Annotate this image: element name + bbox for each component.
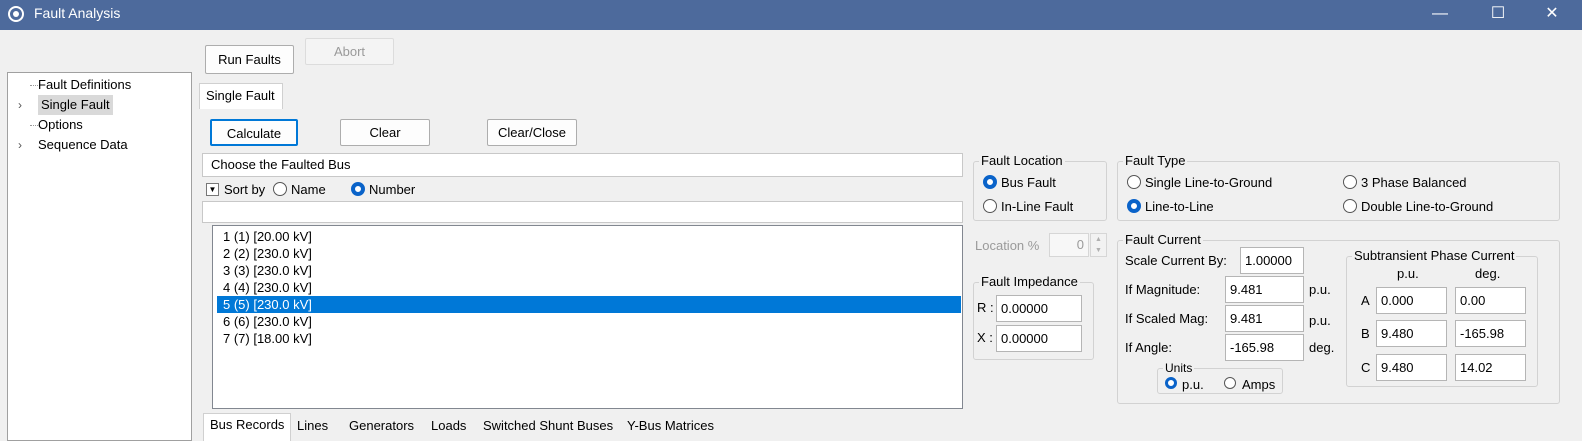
units-pu-label: p.u.	[1182, 377, 1204, 392]
units-pu-radio[interactable]	[1165, 377, 1177, 389]
inline-fault-label: In-Line Fault	[1001, 199, 1074, 214]
fault-impedance-title: Fault Impedance	[979, 274, 1080, 289]
phase-b-deg: -165.98	[1455, 320, 1526, 347]
r-label: R :	[977, 300, 994, 315]
dlg-label: Double Line-to-Ground	[1361, 199, 1494, 214]
bus-list-item[interactable]: 7 (7) [18.00 kV]	[217, 330, 961, 347]
bus-list-item[interactable]: 2 (2) [230.0 kV]	[217, 245, 961, 262]
bus-list-item[interactable]: 4 (4) [230.0 kV]	[217, 279, 961, 296]
tree-item-label: Single Fault	[38, 95, 113, 115]
scale-current-label: Scale Current By:	[1125, 253, 1227, 268]
location-percent-label: Location %	[975, 238, 1040, 253]
bus-filter-input[interactable]	[202, 201, 963, 223]
line-to-line-label: Line-to-Line	[1145, 199, 1214, 214]
r-input[interactable]: 0.00000	[996, 295, 1082, 322]
line-to-line-radio[interactable]	[1127, 199, 1141, 213]
if-magnitude-unit: p.u.	[1309, 282, 1331, 297]
if-angle-label: If Angle:	[1125, 340, 1172, 355]
bus-list-item-selected[interactable]: 5 (5) [230.0 kV]	[217, 296, 961, 313]
units-amps-radio[interactable]	[1224, 377, 1236, 389]
phase-b-label: B	[1361, 326, 1370, 341]
if-angle-unit: deg.	[1309, 340, 1335, 355]
dlg-radio[interactable]	[1343, 199, 1357, 213]
app-icon	[8, 6, 24, 22]
units-title: Units	[1163, 361, 1195, 375]
chevron-right-icon[interactable]: ›	[18, 135, 22, 155]
phase-b-pu: 9.480	[1376, 320, 1447, 347]
minimize-button[interactable]: —	[1420, 3, 1460, 27]
tab-y-bus-matrices[interactable]: Y-Bus Matrices	[627, 416, 714, 436]
bus-list-item[interactable]: 6 (6) [230.0 kV]	[217, 313, 961, 330]
phase-c-label: C	[1361, 360, 1371, 375]
calculate-button[interactable]: Calculate	[210, 119, 298, 146]
fault-location-title: Fault Location	[979, 153, 1065, 168]
bus-list-item[interactable]: 1 (1) [20.00 kV]	[217, 228, 961, 245]
if-angle-value: -165.98	[1225, 334, 1304, 361]
units-amps-label: Amps	[1242, 377, 1276, 392]
location-percent-input[interactable]: 0	[1049, 233, 1089, 257]
bus-list-item[interactable]: 3 (3) [230.0 kV]	[217, 262, 961, 279]
if-scaled-mag-label: If Scaled Mag:	[1125, 311, 1209, 326]
tree-item-label: Options	[38, 117, 83, 132]
sort-by-label: Sort by	[224, 182, 266, 197]
abort-button[interactable]: Abort	[305, 38, 394, 65]
phase-c-pu: 9.480	[1376, 354, 1447, 381]
fault-type-title: Fault Type	[1123, 153, 1188, 168]
sort-name-radio[interactable]	[273, 182, 287, 196]
maximize-button[interactable]: ☐	[1478, 3, 1518, 27]
if-magnitude-value: 9.481	[1225, 276, 1304, 303]
chevron-right-icon[interactable]: ›	[18, 95, 22, 115]
tab-bus-records[interactable]: Bus Records	[203, 413, 291, 441]
tab-generators[interactable]: Generators	[349, 416, 414, 436]
tab-loads[interactable]: Loads	[431, 416, 466, 436]
tree-item-options[interactable]: Options	[8, 115, 191, 135]
if-scaled-mag-value: 9.481	[1225, 305, 1304, 332]
bus-panel-header: Choose the Faulted Bus	[202, 153, 963, 177]
inline-fault-radio[interactable]	[983, 199, 997, 213]
sort-number-label: Number	[369, 182, 416, 197]
tree-item-label: Fault Definitions	[38, 77, 132, 92]
tab-single-fault[interactable]: Single Fault	[199, 83, 283, 109]
if-scaled-mag-unit: p.u.	[1309, 313, 1331, 328]
slg-label: Single Line-to-Ground	[1145, 175, 1273, 190]
tree-item-single-fault[interactable]: › Single Fault	[8, 95, 191, 115]
clear-button[interactable]: Clear	[340, 119, 430, 146]
tree-item-fault-definitions[interactable]: Fault Definitions	[8, 75, 191, 95]
scale-current-input[interactable]: 1.00000	[1240, 247, 1304, 274]
phase-c-deg: 14.02	[1455, 354, 1526, 381]
close-button[interactable]: ✕	[1532, 3, 1572, 27]
location-spinner[interactable]: ▲ ▼	[1090, 233, 1107, 257]
phase-a-pu: 0.000	[1376, 287, 1447, 314]
bus-fault-label: Bus Fault	[1001, 175, 1056, 190]
x-input[interactable]: 0.00000	[996, 325, 1082, 352]
phase-a-deg: 0.00	[1455, 287, 1526, 314]
three-phase-label: 3 Phase Balanced	[1361, 175, 1467, 190]
sort-number-radio[interactable]	[351, 182, 365, 196]
if-magnitude-label: If Magnitude:	[1125, 282, 1201, 297]
three-phase-radio[interactable]	[1343, 175, 1357, 189]
tab-lines[interactable]: Lines	[297, 416, 328, 436]
col-deg-header: deg.	[1475, 266, 1501, 281]
title-bar: Fault Analysis — ☐ ✕	[0, 0, 1582, 30]
clear-close-button[interactable]: Clear/Close	[487, 119, 577, 146]
tab-switched-shunt-buses[interactable]: Switched Shunt Buses	[483, 416, 613, 436]
bus-fault-radio[interactable]	[983, 175, 997, 189]
tree-item-sequence-data[interactable]: › Sequence Data	[8, 135, 191, 155]
sort-name-label: Name	[291, 182, 326, 197]
phase-a-label: A	[1361, 293, 1370, 308]
x-label: X :	[977, 330, 993, 345]
slg-radio[interactable]	[1127, 175, 1141, 189]
window-title: Fault Analysis	[34, 5, 121, 21]
dropdown-arrow-icon[interactable]: ▼	[206, 183, 219, 196]
bus-list[interactable]: 1 (1) [20.00 kV] 2 (2) [230.0 kV] 3 (3) …	[212, 225, 963, 409]
subtransient-title: Subtransient Phase Current	[1352, 248, 1517, 263]
col-pu-header: p.u.	[1397, 266, 1419, 281]
navigation-tree: Fault Definitions › Single Fault Options…	[7, 72, 192, 441]
fault-current-title: Fault Current	[1123, 232, 1203, 247]
run-faults-button[interactable]: Run Faults	[205, 45, 294, 74]
tree-item-label: Sequence Data	[38, 137, 128, 152]
